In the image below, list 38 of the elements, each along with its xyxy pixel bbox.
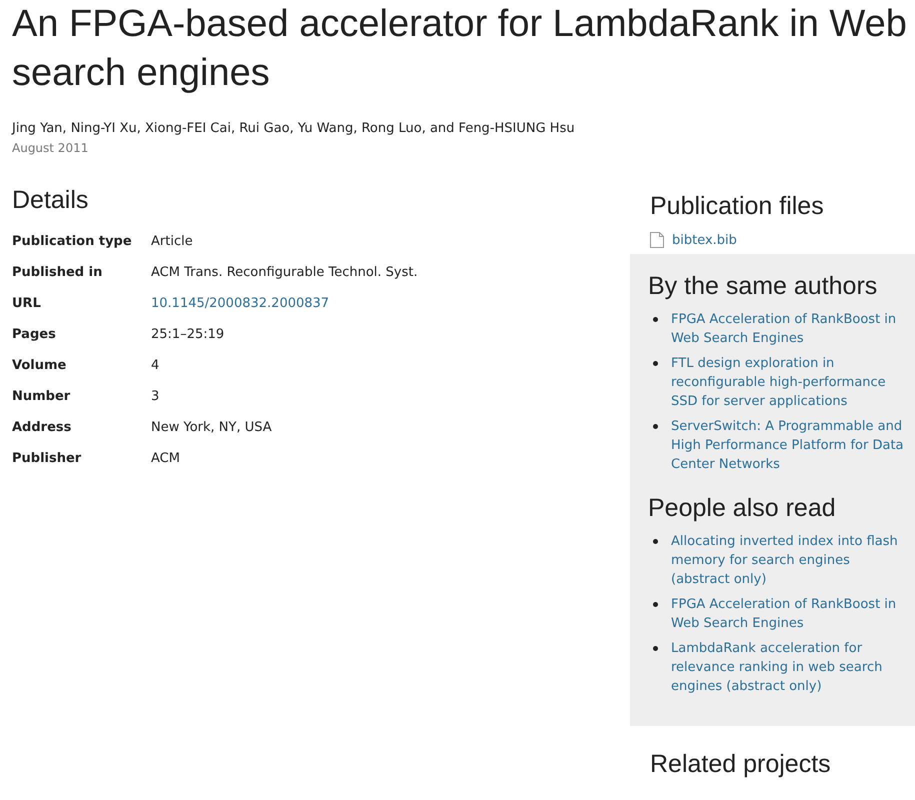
bullet-icon	[653, 361, 658, 366]
detail-label: Published in	[12, 265, 102, 280]
section-heading: Publication files	[650, 191, 825, 222]
detail-value: 25:1–25:19	[151, 327, 224, 342]
bullet-icon	[653, 646, 658, 651]
detail-value: ACM Trans. Reconfigurable Technol. Syst.	[151, 265, 418, 280]
bullet-icon	[653, 539, 658, 544]
publication-link[interactable]: Allocating inverted index into flash memory for search engines (abstract only)	[671, 532, 909, 589]
section-heading: Related projects	[649, 749, 832, 780]
detail-value: New York, NY, USA	[151, 420, 272, 435]
publication-link[interactable]: LambdaRank acceleration for relevance ranking in web search engines (abstract only)	[671, 639, 909, 696]
publication-link[interactable]: FTL design exploration in reconfigurable high-performance SSD for server applications	[671, 354, 909, 411]
detail-label: Address	[12, 420, 72, 435]
bullet-icon	[653, 602, 658, 607]
publication-date: August 2011	[12, 140, 90, 157]
detail-label: Pages	[12, 327, 56, 342]
publication-link[interactable]: ServerSwitch: A Programmable and High Performance Platform for Data Center Networks	[671, 417, 909, 474]
detail-value: ACM	[151, 451, 180, 466]
detail-label: Publication type	[12, 234, 132, 249]
publication-link[interactable]: FPGA Acceleration of RankBoost in Web Search Engines	[671, 310, 909, 348]
detail-label: Publisher	[12, 451, 82, 466]
page-title: An FPGA-based accelerator for LambdaRank in Web search engines	[12, 2, 907, 96]
detail-value: Article	[151, 234, 193, 249]
file-icon	[650, 232, 664, 248]
doi-link[interactable]: 10.1145/2000832.2000837	[151, 296, 330, 311]
section-heading: People also read	[648, 493, 837, 524]
detail-value: 3	[151, 389, 160, 404]
file-link[interactable]: bibtex.bib	[672, 232, 737, 248]
detail-value: 4	[151, 358, 160, 373]
bullet-icon	[653, 317, 658, 322]
bullet-icon	[653, 424, 658, 429]
publication-link[interactable]: FPGA Acceleration of RankBoost in Web Search Engines	[671, 595, 909, 633]
section-heading: Details	[12, 185, 90, 216]
detail-label: Number	[12, 389, 70, 404]
section-heading: By the same authors	[648, 271, 878, 302]
detail-label: Volume	[12, 358, 66, 373]
author-list: Jing Yan, Ning-YI Xu, Xiong-FEI Cai, Rui Gao, Yu Wang, Rong Luo, and Feng-HSIUNG Hsu	[12, 120, 915, 138]
detail-label: URL	[12, 296, 41, 311]
